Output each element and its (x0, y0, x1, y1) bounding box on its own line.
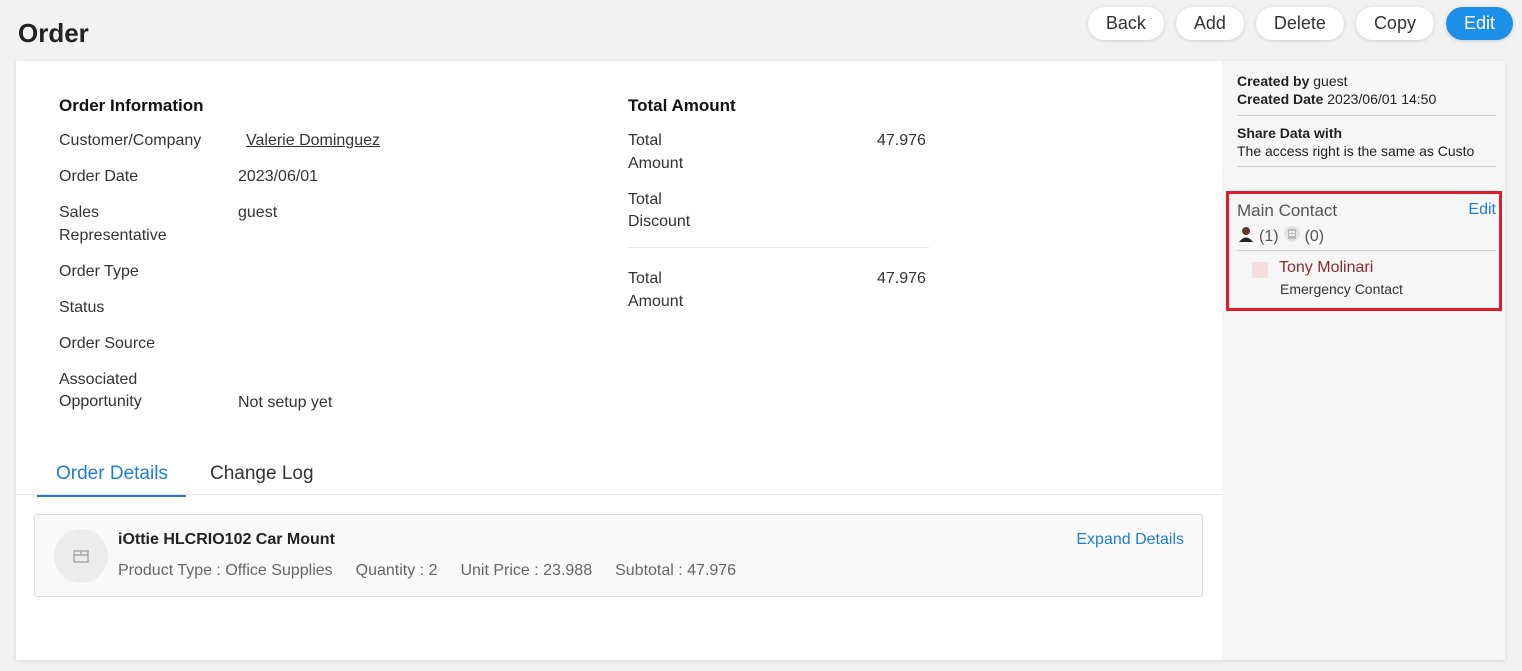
order-type-label: Order Type (59, 263, 139, 280)
add-button[interactable]: Add (1175, 7, 1244, 40)
sidebar-divider-1 (1237, 115, 1496, 116)
main-contact-title: Main Contact (1237, 201, 1338, 220)
product-unit-price: Unit Price : 23.988 (460, 562, 593, 579)
share-data-text: The access right is the same as Custo (1237, 143, 1475, 159)
total-discount-label-line1: Total (628, 191, 662, 208)
opportunity-label-line2: Opportunity (59, 393, 142, 410)
total-amount-title: Total Amount (628, 96, 736, 115)
product-subtotal: Subtotal : 47.976 (615, 562, 737, 579)
customer-label: Customer/Company (59, 132, 202, 149)
person-icon (1237, 225, 1255, 248)
contact-role: Emergency Contact (1280, 281, 1403, 297)
company-count: (0) (1304, 227, 1325, 245)
created-by-label: Created by (1237, 73, 1310, 89)
contact-avatar (1252, 262, 1268, 278)
person-count: (1) (1259, 227, 1279, 245)
tabs-divider (16, 494, 1222, 495)
main-contact-counts: (1) (0) (1237, 225, 1324, 248)
created-date: Created Date 2023/06/01 14:50 (1237, 91, 1436, 107)
created-date-value: 2023/06/01 14:50 (1327, 91, 1437, 107)
main-contact-edit-link[interactable]: Edit (1468, 201, 1496, 219)
created-date-label: Created Date (1237, 91, 1324, 107)
tab-order-details[interactable]: Order Details (37, 463, 186, 497)
expand-details-link[interactable]: Expand Details (1076, 531, 1184, 549)
final-amount-value: 47.976 (877, 270, 926, 287)
order-source-label: Order Source (59, 335, 156, 352)
company-icon (1283, 225, 1301, 248)
product-type: Product Type : Office Supplies (118, 562, 333, 579)
page-title: Order (18, 18, 89, 48)
product-icon (54, 529, 108, 583)
delete-button[interactable]: Delete (1255, 7, 1344, 40)
final-amount-label-line2: Amount (628, 293, 684, 310)
order-date-value: 2023/06/01 (238, 168, 319, 185)
main-contact-divider (1237, 250, 1496, 251)
final-amount-label-line1: Total (628, 270, 662, 287)
sales-rep-value: guest (238, 204, 278, 221)
product-name: iOttie HLCRIO102 Car Mount (118, 531, 335, 548)
created-by-value: guest (1313, 73, 1348, 89)
tab-change-log[interactable]: Change Log (210, 463, 314, 495)
order-date-label: Order Date (59, 168, 139, 185)
product-quantity: Quantity : 2 (355, 562, 438, 579)
back-button[interactable]: Back (1087, 7, 1164, 40)
sidebar-divider-2 (1237, 166, 1496, 167)
total-amount-value: 47.976 (877, 132, 926, 149)
sales-rep-label-line1: Sales (59, 204, 100, 221)
order-information-title: Order Information (59, 96, 204, 115)
product-meta: Product Type : Office Supplies Quantity … (118, 562, 736, 580)
edit-button[interactable]: Edit (1445, 7, 1513, 40)
sales-rep-label-line2: Representative (59, 227, 167, 244)
share-data-title: Share Data with (1237, 125, 1343, 141)
created-by: Created by guest (1237, 73, 1348, 89)
total-amount-label-line2: Amount (628, 155, 684, 172)
customer-link[interactable]: Valerie Dominguez (246, 129, 380, 152)
total-discount-label-line2: Discount (628, 213, 691, 230)
copy-button[interactable]: Copy (1355, 7, 1434, 40)
total-amount-label-line1: Total (628, 132, 662, 149)
opportunity-value: Not setup yet (238, 394, 333, 411)
total-divider (628, 247, 929, 248)
toolbar: Back Add Delete Copy Edit (1087, 7, 1513, 40)
main-contact-box: Main Contact Edit (1) (0) Tony Molinari … (1226, 191, 1502, 311)
opportunity-label-line1: Associated (59, 371, 138, 388)
product-card: iOttie HLCRIO102 Car Mount Product Type … (34, 514, 1203, 597)
status-label: Status (59, 299, 105, 316)
contact-name-link[interactable]: Tony Molinari (1279, 259, 1373, 277)
